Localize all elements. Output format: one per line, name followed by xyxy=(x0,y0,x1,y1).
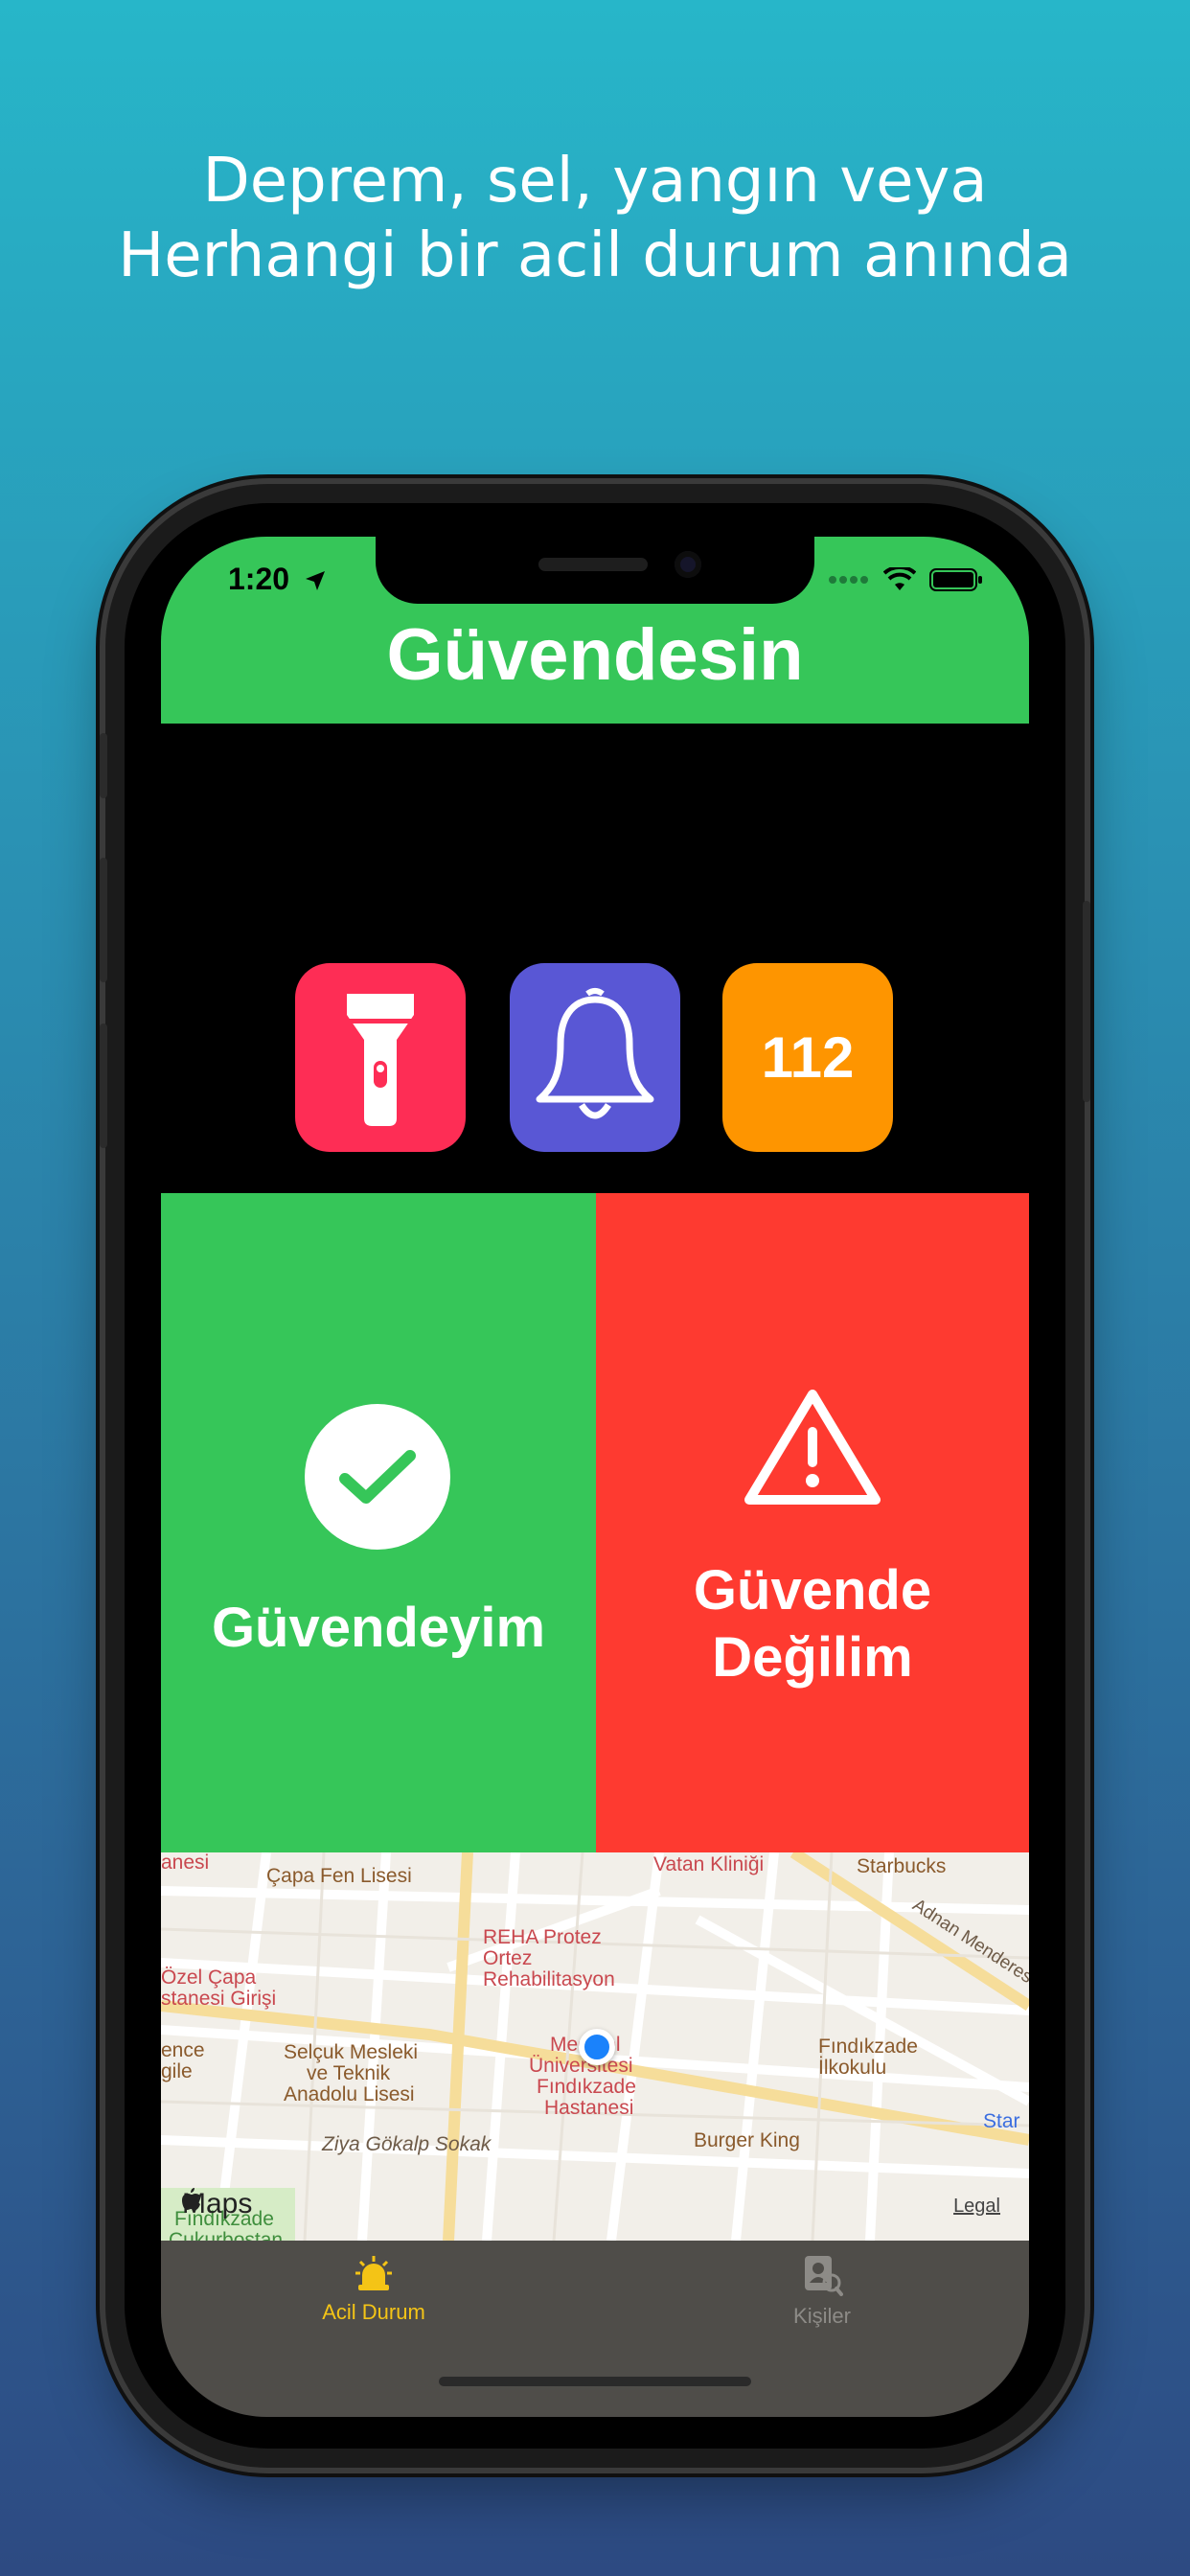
flashlight-icon xyxy=(347,993,414,1126)
map-label: Burger King xyxy=(694,2129,800,2151)
alarm-bell-button[interactable] xyxy=(510,963,680,1152)
siren-icon xyxy=(355,2256,392,2290)
status-time: 1:20 xyxy=(228,562,327,597)
promo-line-2: Herhangi bir acil durum anında xyxy=(118,220,1072,291)
map-label: Fındıkzade xyxy=(818,2036,918,2058)
map-label: Ziya Gökalp Sokak xyxy=(322,2133,492,2155)
checkmark-icon xyxy=(339,1450,416,1504)
promo-headline: Deprem, sel, yangın veya Herhangi bir ac… xyxy=(0,144,1190,293)
map-legal-link[interactable]: Legal xyxy=(953,2196,1000,2218)
apple-icon xyxy=(182,2188,200,2210)
warning-icon xyxy=(744,1390,881,1505)
maps-logo: Maps xyxy=(182,2188,253,2220)
status-icons xyxy=(828,565,983,594)
map-label: Üniversitesi xyxy=(529,2055,633,2077)
map-label: anesi xyxy=(161,1852,210,1874)
tab-emergency[interactable]: Acil Durum xyxy=(230,2254,517,2325)
not-safe-button[interactable]: Güvende Değilim xyxy=(596,1193,1029,1852)
map-label: Rehabilitasyon xyxy=(483,1968,615,1990)
map-label: stanesi Girişi xyxy=(161,1988,277,2010)
map-label: ve Teknik xyxy=(307,2062,391,2084)
im-safe-button[interactable]: Güvendeyim xyxy=(161,1193,596,1852)
map-label: gile xyxy=(161,2060,193,2082)
im-safe-label: Güvendeyim xyxy=(211,1597,546,1659)
contacts-search-icon xyxy=(805,2256,843,2296)
quick-tools: 112 xyxy=(161,724,1029,1193)
tab-contacts[interactable]: Kişiler xyxy=(678,2254,966,2329)
front-camera xyxy=(675,551,701,578)
map-label: Özel Çapa xyxy=(161,1966,257,1989)
not-safe-line-1: Güvende xyxy=(693,1559,932,1622)
not-safe-label: Güvende Değilim xyxy=(596,1557,1029,1691)
tab-bar: Acil Durum Kişiler xyxy=(161,2241,1029,2417)
map-label: REHA Protez xyxy=(483,1926,602,1948)
map-label: Çukurbostan xyxy=(169,2229,284,2242)
map-label: Starbucks xyxy=(857,1855,947,1877)
page-title: Güvendesin xyxy=(386,614,804,696)
not-safe-line-2: Değilim xyxy=(712,1626,913,1689)
silent-switch xyxy=(100,733,107,798)
flashlight-button[interactable] xyxy=(295,963,466,1152)
map-label: Star xyxy=(983,2110,1020,2132)
emergency-call-button[interactable]: 112 xyxy=(722,963,893,1152)
earpiece-speaker xyxy=(538,558,648,571)
map-label: Vatan Kliniği xyxy=(653,1853,765,1875)
tab-contacts-label: Kişiler xyxy=(793,2304,851,2328)
battery-icon xyxy=(929,568,982,591)
current-location-marker xyxy=(579,2029,615,2065)
app-header: 1:20 Güvendesin xyxy=(161,537,1029,724)
location-map[interactable]: anesi Çapa Fen Lisesi Vatan Kliniği Star… xyxy=(161,1852,1029,2241)
map-label: İlkokulu xyxy=(818,2057,887,2079)
bell-icon xyxy=(536,987,654,1118)
map-label: Selçuk Mesleki xyxy=(284,2041,419,2063)
volume-up-button xyxy=(100,858,107,982)
app-screen: 1:20 Güvendesin 112 Güvendeyim Güvende D… xyxy=(161,537,1029,2417)
emergency-number: 112 xyxy=(761,1025,855,1090)
notch xyxy=(376,537,814,604)
map-label: Çapa Fen Lisesi xyxy=(266,1865,412,1887)
map-label: ence xyxy=(161,2039,205,2061)
tab-emergency-label: Acil Durum xyxy=(322,2300,425,2324)
volume-down-button xyxy=(100,1024,107,1148)
map-label: Hastanesi xyxy=(544,2097,634,2119)
home-indicator[interactable] xyxy=(439,2377,751,2386)
map-label: Anadolu Lisesi xyxy=(284,2083,415,2105)
power-button xyxy=(1083,901,1090,1102)
promo-line-1: Deprem, sel, yangın veya xyxy=(202,146,988,217)
location-arrow-icon xyxy=(305,571,325,590)
cellular-signal-icon xyxy=(829,576,868,584)
map-label: Ortez xyxy=(483,1947,533,1969)
check-circle xyxy=(305,1404,450,1550)
map-label: Fındıkzade xyxy=(537,2076,636,2098)
wifi-icon xyxy=(883,567,916,590)
